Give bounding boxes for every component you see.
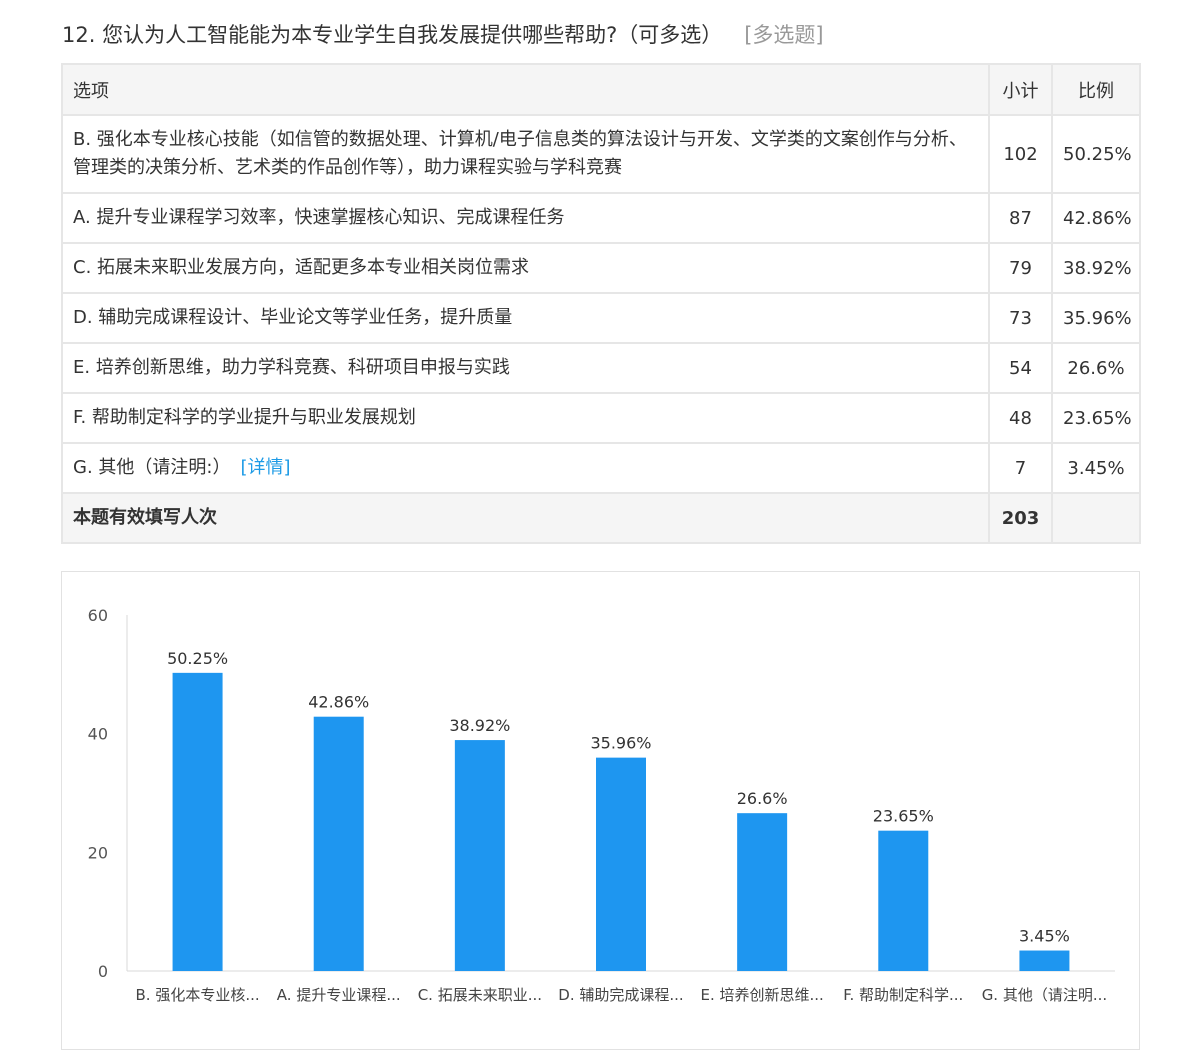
row-count: 48 [988,392,1053,444]
row-option: D. 辅助完成课程设计、毕业论文等学业任务，提升质量 [61,292,990,344]
row-count: 102 [988,114,1053,194]
header-count: 小计 [988,63,1053,116]
bar-value-label: 3.45% [1019,927,1070,946]
bar-chart-panel: 0 20 40 60 50.25% B. 强化本专业核... 42.86% A. 提升专业课程… [61,571,1140,1050]
bar [1019,950,1070,971]
row-count: 54 [988,342,1053,394]
bar-chart: 0 20 40 60 50.25% B. 强化本专业核... 42.86% A. 提升专业课程… [88,606,1115,1004]
y-tick-label: 40 [88,725,108,744]
question-title: 12. 您认为人工智能能为本专业学生自我发展提供哪些帮助?（可多选） [多选题] [62,18,824,52]
detail-link[interactable]: [详情] [240,457,290,478]
row-option-text: B. 强化本专业核心技能（如信管的数据处理、计算机/电子信息类的算法设计与开发、… [73,129,967,178]
row-option-text: F. 帮助制定科学的学业提升与职业发展规划 [73,407,416,428]
total-ratio [1051,492,1141,544]
table-row: C. 拓展未来职业发展方向，适配更多本专业相关岗位需求 79 38.92% [61,242,1141,294]
row-count: 79 [988,242,1053,294]
total-label: 本题有效填写人次 [61,492,990,544]
row-ratio: 3.45% [1051,442,1141,494]
row-ratio: 38.92% [1051,242,1141,294]
row-ratio: 42.86% [1051,192,1141,244]
table-header-row: 选项 小计 比例 [61,63,1141,116]
row-count: 87 [988,192,1053,244]
y-tick-label: 20 [88,843,108,862]
header-ratio: 比例 [1051,63,1141,116]
total-row: 本题有效填写人次 203 [61,492,1141,544]
x-category-label: E. 培养创新思维... [700,986,823,1004]
bar [737,813,788,971]
row-option: G. 其他（请注明:） [详情] [61,442,990,494]
row-option-text: C. 拓展未来职业发展方向，适配更多本专业相关岗位需求 [73,257,530,278]
question-type-tag: [多选题] [744,23,824,47]
row-ratio: 35.96% [1051,292,1141,344]
x-category-label: B. 强化本专业核... [136,986,260,1004]
table-row: F. 帮助制定科学的学业提升与职业发展规划 48 23.65% [61,392,1141,444]
x-category-label: A. 提升专业课程... [277,986,401,1004]
bar [313,716,364,971]
row-option-text: D. 辅助完成课程设计、毕业论文等学业任务，提升质量 [73,307,513,328]
y-tick-label: 0 [98,962,108,981]
row-count: 7 [988,442,1053,494]
table-row: B. 强化本专业核心技能（如信管的数据处理、计算机/电子信息类的算法设计与开发、… [61,114,1141,194]
row-option-text: G. 其他（请注明:） [73,457,231,478]
row-ratio: 23.65% [1051,392,1141,444]
total-count: 203 [988,492,1053,544]
bar [596,757,646,971]
header-option: 选项 [61,63,990,116]
bar-value-label: 35.96% [590,734,651,753]
result-table: 选项 小计 比例 B. 强化本专业核心技能（如信管的数据处理、计算机/电子信息类… [61,63,1141,544]
bar-value-label: 26.6% [737,789,788,808]
question-text: 12. 您认为人工智能能为本专业学生自我发展提供哪些帮助?（可多选） [62,23,723,47]
row-ratio: 26.6% [1051,342,1141,394]
bar-value-label: 50.25% [167,649,228,668]
row-option: E. 培养创新思维，助力学科竞赛、科研项目申报与实践 [61,342,990,394]
table-row: G. 其他（请注明:） [详情] 7 3.45% [61,442,1141,494]
row-ratio: 50.25% [1051,114,1141,194]
y-tick-label: 60 [88,606,108,625]
row-option: B. 强化本专业核心技能（如信管的数据处理、计算机/电子信息类的算法设计与开发、… [61,114,990,194]
bar-value-label: 42.86% [308,693,369,712]
table-row: E. 培养创新思维，助力学科竞赛、科研项目申报与实践 54 26.6% [61,342,1141,394]
row-option: A. 提升专业课程学习效率，快速掌握核心知识、完成课程任务 [61,192,990,244]
bar [454,740,505,971]
row-option-text: A. 提升专业课程学习效率，快速掌握核心知识、完成课程任务 [73,207,565,228]
table-row: D. 辅助完成课程设计、毕业论文等学业任务，提升质量 73 35.96% [61,292,1141,344]
x-category-label: F. 帮助制定科学... [843,986,963,1004]
row-option-text: E. 培养创新思维，助力学科竞赛、科研项目申报与实践 [73,357,510,378]
x-category-label: G. 其他（请注明... [982,986,1107,1004]
row-count: 73 [988,292,1053,344]
x-category-label: D. 辅助完成课程... [558,986,683,1004]
row-option: F. 帮助制定科学的学业提升与职业发展规划 [61,392,990,444]
bar [172,672,223,971]
x-category-label: C. 拓展未来职业... [418,986,542,1004]
bar-value-label: 23.65% [873,807,934,826]
bar-value-label: 38.92% [449,716,510,735]
bar [878,830,929,971]
row-option: C. 拓展未来职业发展方向，适配更多本专业相关岗位需求 [61,242,990,294]
table-row: A. 提升专业课程学习效率，快速掌握核心知识、完成课程任务 87 42.86% [61,192,1141,244]
